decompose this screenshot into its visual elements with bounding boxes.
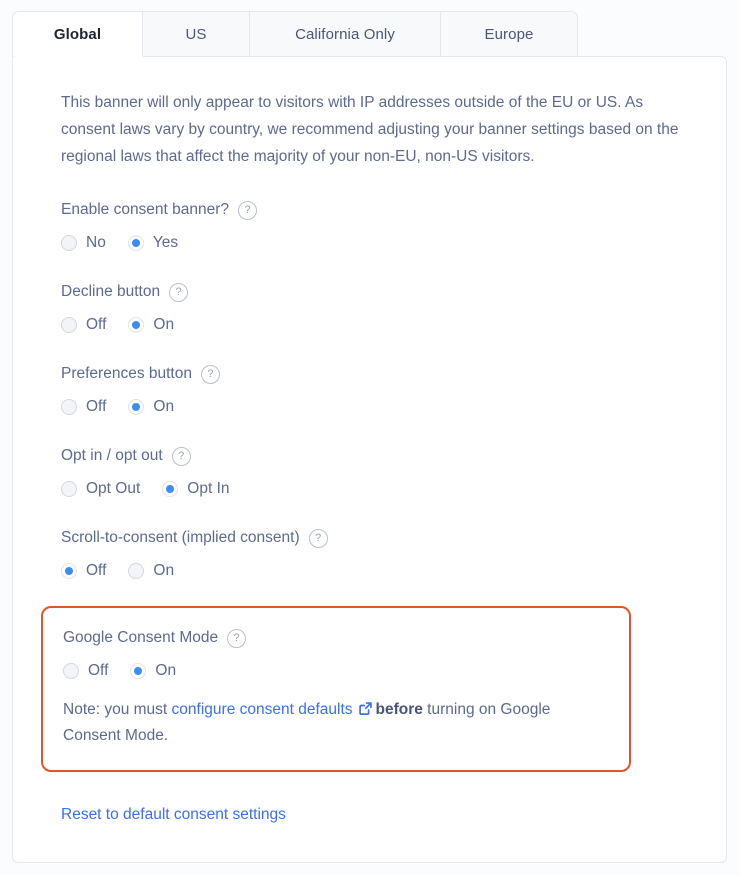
consent-settings-screen: Global US California Only Europe This ba… (0, 0, 740, 875)
radio-enable-consent-banner-yes[interactable]: Yes (127, 234, 179, 252)
field-opt-in-opt-out: Opt in / opt out ? Opt Out Opt In (61, 446, 688, 498)
field-enable-consent-banner: Enable consent banner? ? No Yes (61, 200, 688, 252)
field-scroll-to-consent-radios: Off On (61, 562, 688, 580)
radio-dot (128, 563, 145, 579)
help-icon[interactable]: ? (227, 628, 247, 648)
field-preferences-button-radios: Off On (61, 398, 688, 416)
radio-scroll-to-consent-off[interactable]: Off (61, 562, 106, 580)
radio-scroll-to-consent-on[interactable]: On (128, 562, 174, 580)
radio-enable-consent-banner-no[interactable]: No (61, 234, 106, 252)
settings-panel-content: This banner will only appear to visitors… (13, 57, 726, 824)
radio-label: Off (86, 398, 107, 415)
help-icon[interactable]: ? (308, 528, 328, 548)
field-opt-in-opt-out-radios: Opt Out Opt In (61, 480, 688, 498)
active-tab-notch (14, 56, 143, 58)
radio-label: On (153, 398, 175, 415)
radio-label: Off (86, 562, 107, 579)
settings-panel: This banner will only appear to visitors… (12, 56, 727, 863)
field-scroll-to-consent: Scroll-to-consent (implied consent) ? Of… (61, 528, 688, 580)
tab-california-only-label: California Only (295, 26, 395, 43)
radio-google-consent-mode-off[interactable]: Off (63, 662, 108, 680)
radio-decline-button-off[interactable]: Off (61, 316, 106, 334)
radio-preferences-button-on[interactable]: On (128, 398, 174, 416)
radio-dot (61, 399, 77, 415)
field-google-consent-mode-label: Google Consent Mode (63, 629, 219, 646)
radio-dot (63, 663, 79, 679)
radio-label: Opt Out (86, 480, 141, 497)
field-decline-button-label: Decline button (61, 283, 161, 300)
region-tab-strip: Global US California Only Europe (12, 11, 578, 57)
radio-dot-selected (127, 235, 144, 251)
field-google-consent-mode-label-row: Google Consent Mode ? (63, 628, 609, 648)
radio-preferences-button-off[interactable]: Off (61, 398, 106, 416)
radio-label: Off (88, 662, 109, 679)
radio-google-consent-mode-on[interactable]: On (130, 662, 176, 680)
tab-us[interactable]: US (143, 11, 250, 57)
radio-label: No (86, 234, 106, 251)
field-preferences-button-label-row: Preferences button ? (61, 364, 688, 384)
help-icon[interactable]: ? (171, 446, 191, 466)
radio-decline-button-on[interactable]: On (128, 316, 174, 334)
field-scroll-to-consent-label: Scroll-to-consent (implied consent) (61, 529, 300, 546)
google-consent-mode-note: Note: you must configure consent default… (63, 698, 609, 748)
radio-dot-selected (128, 317, 145, 333)
radio-opt-out[interactable]: Opt Out (61, 480, 140, 498)
radio-dot-selected (61, 563, 77, 579)
radio-label: On (155, 662, 177, 679)
configure-consent-defaults-link[interactable]: configure consent defaults (172, 701, 353, 718)
intro-description: This banner will only appear to visitors… (61, 94, 679, 165)
tab-europe[interactable]: Europe (441, 11, 578, 57)
tab-europe-label: Europe (484, 26, 534, 43)
radio-label: Yes (152, 234, 179, 251)
field-decline-button-radios: Off On (61, 316, 688, 334)
field-decline-button: Decline button ? Off On (61, 282, 688, 334)
help-icon[interactable]: ? (238, 200, 258, 220)
help-icon[interactable]: ? (200, 364, 220, 384)
radio-label: On (153, 562, 175, 579)
google-consent-mode-highlight-box: Google Consent Mode ? Off On Note: you m… (41, 606, 631, 772)
radio-opt-in[interactable]: Opt In (162, 480, 230, 498)
radio-dot-selected (130, 663, 147, 679)
field-google-consent-mode-radios: Off On (63, 662, 609, 680)
radio-label: Opt In (187, 480, 230, 497)
radio-label: On (153, 316, 175, 333)
field-preferences-button-label: Preferences button (61, 365, 192, 382)
field-enable-consent-banner-radios: No Yes (61, 234, 688, 252)
external-link-icon[interactable] (358, 700, 373, 724)
radio-dot-selected (128, 399, 145, 415)
field-scroll-to-consent-label-row: Scroll-to-consent (implied consent) ? (61, 528, 688, 548)
radio-dot (61, 317, 77, 333)
field-enable-consent-banner-label-row: Enable consent banner? ? (61, 200, 688, 220)
field-opt-in-opt-out-label: Opt in / opt out (61, 447, 163, 464)
field-enable-consent-banner-label: Enable consent banner? (61, 201, 230, 218)
tab-california-only[interactable]: California Only (250, 11, 441, 57)
radio-dot-selected (162, 481, 179, 497)
radio-dot (61, 235, 77, 251)
field-google-consent-mode: Google Consent Mode ? Off On (63, 628, 609, 680)
radio-dot (61, 481, 77, 497)
reset-to-default-consent-settings-link[interactable]: Reset to default consent settings (61, 806, 286, 824)
field-opt-in-opt-out-label-row: Opt in / opt out ? (61, 446, 688, 466)
help-icon[interactable]: ? (169, 282, 189, 302)
tab-global-label: Global (53, 26, 102, 43)
note-bold-word: before (375, 701, 423, 718)
radio-label: Off (86, 316, 107, 333)
tab-global[interactable]: Global (12, 11, 143, 57)
note-prefix: Note: you must (63, 701, 172, 718)
field-decline-button-label-row: Decline button ? (61, 282, 688, 302)
tab-us-label: US (185, 26, 207, 43)
field-preferences-button: Preferences button ? Off On (61, 364, 688, 416)
